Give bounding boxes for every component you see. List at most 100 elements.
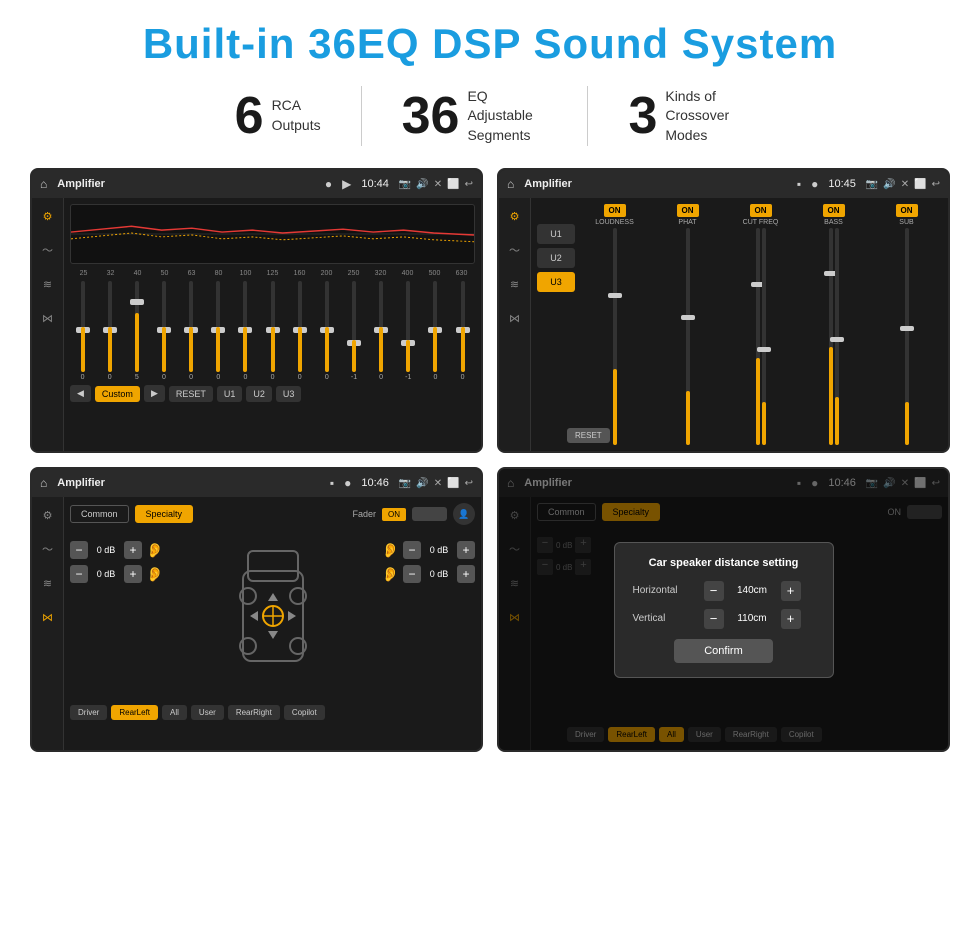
wave-icon[interactable]: 〜 [38,240,58,260]
prev-btn[interactable]: ◀ [70,385,91,402]
eq-slider-320[interactable]: 0 [369,281,394,381]
cutfreq-track-f[interactable] [756,228,760,445]
topbar-time-crossover: 10:45 [828,178,856,190]
back-icon-2[interactable]: ↩ [932,179,940,190]
eq-slider-32[interactable]: 0 [97,281,122,381]
vol-fr-minus[interactable]: − [403,541,421,559]
vol-fl-minus[interactable]: − [70,541,88,559]
camera-icon-2[interactable]: 📷 [866,179,878,190]
freq-250: 250 [340,270,367,277]
vertical-plus-btn[interactable]: + [781,609,801,629]
vol-rl-minus[interactable]: − [70,565,88,583]
confirm-button[interactable]: Confirm [674,639,773,663]
eq-bottom-bar: ◀ Custom ▶ RESET U1 U2 U3 [70,385,475,402]
copilot-btn[interactable]: Copilot [284,705,325,720]
reset-btn[interactable]: RESET [169,386,213,402]
fader-on-btn[interactable]: ON [382,508,406,521]
stat-number-eq: 36 [402,90,460,142]
preset-u3[interactable]: U3 [537,272,575,292]
eq-slider-250[interactable]: -1 [341,281,366,381]
rearleft-btn[interactable]: RearLeft [111,705,158,720]
eq-slider-630[interactable]: 0 [450,281,475,381]
vol-row-fl: − 0 dB + 👂 [70,541,163,559]
horizontal-minus-btn[interactable]: − [704,581,724,601]
bass-track-g[interactable] [835,228,839,445]
close-icon-2[interactable]: ✕ [901,179,909,190]
loudness-track[interactable] [613,228,617,445]
eq-slider-50[interactable]: 0 [151,281,176,381]
loudness-on-btn[interactable]: ON [604,204,626,217]
eq-slider-500[interactable]: 0 [423,281,448,381]
waveform-icon-3[interactable]: ≋ [38,573,58,593]
home-icon: ⌂ [40,177,47,191]
speaker-split-icon[interactable]: ⋈ [38,308,58,328]
eq-slider-25[interactable]: 0 [70,281,95,381]
window-icon-2[interactable]: ⬜ [914,179,926,190]
rearright-btn[interactable]: RearRight [228,705,280,720]
preset-u2[interactable]: U2 [537,248,575,268]
eq-slider-400[interactable]: -1 [396,281,421,381]
close-icon[interactable]: ✕ [434,179,442,190]
specialty-tab[interactable]: Specialty [135,505,194,523]
close-icon-3[interactable]: ✕ [434,478,442,489]
camera-icon[interactable]: 📷 [399,179,411,190]
vol-fr-plus[interactable]: + [457,541,475,559]
eq-slider-100[interactable]: 0 [233,281,258,381]
user-btn[interactable]: User [191,705,224,720]
stat-label-eq: EQ AdjustableSegments [467,87,547,146]
horizontal-plus-btn[interactable]: + [781,581,801,601]
crossover-reset-btn[interactable]: RESET [567,428,610,443]
stat-number-rca: 6 [235,90,264,142]
all-btn[interactable]: All [162,705,187,720]
horizontal-value: 140cm [730,585,775,596]
vol-icon-2[interactable]: 🔊 [883,179,895,190]
common-tab[interactable]: Common [70,505,129,523]
vertical-minus-btn[interactable]: − [704,609,724,629]
back-icon-3[interactable]: ↩ [465,478,473,489]
camera-icon-3[interactable]: 📷 [399,478,411,489]
eq-slider-40[interactable]: 5 [124,281,149,381]
u2-btn[interactable]: U2 [246,386,272,402]
speaker-split-icon-2[interactable]: ⋈ [505,308,525,328]
freq-500: 500 [421,270,448,277]
u1-btn[interactable]: U1 [217,386,243,402]
wave-icon-3[interactable]: 〜 [38,539,58,559]
settings-dot-icon-2: ▪ [797,177,801,191]
speaker-split-icon-3[interactable]: ⋈ [38,607,58,627]
phat-on-btn[interactable]: ON [677,204,699,217]
window-icon[interactable]: ⬜ [447,179,459,190]
vol-rr-minus[interactable]: − [403,565,421,583]
play-btn[interactable]: ▶ [144,385,165,402]
eq-slider-160[interactable]: 0 [287,281,312,381]
eq-slider-63[interactable]: 0 [179,281,204,381]
sub-track[interactable] [905,228,909,445]
driver-btn[interactable]: Driver [70,705,107,720]
topbar-crossover: ⌂ Amplifier ▪ ● 10:45 📷 🔊 ✕ ⬜ ↩ [499,170,948,198]
dialog-confirm-row: Confirm [633,639,815,663]
back-icon[interactable]: ↩ [465,179,473,190]
crossover-screen: ⌂ Amplifier ▪ ● 10:45 📷 🔊 ✕ ⬜ ↩ ⚙ 〜 ≋ [497,168,950,453]
eq-icon-3[interactable]: ⚙ [38,505,58,525]
vol-rr-plus[interactable]: + [457,565,475,583]
vol-icon-3[interactable]: 🔊 [416,478,428,489]
eq-slider-125[interactable]: 0 [260,281,285,381]
cutfreq-track-g[interactable] [762,228,766,445]
vol-rl-plus[interactable]: + [124,565,142,583]
waveform-icon-2[interactable]: ≋ [505,274,525,294]
bass-on-btn[interactable]: ON [823,204,845,217]
phat-track[interactable] [686,228,690,445]
vol-fl-plus[interactable]: + [124,541,142,559]
u3-btn[interactable]: U3 [276,386,302,402]
waveform-icon[interactable]: ≋ [38,274,58,294]
eq-slider-200[interactable]: 0 [314,281,339,381]
eq-icon[interactable]: ⚙ [38,206,58,226]
vol-icon[interactable]: 🔊 [416,179,428,190]
custom-btn[interactable]: Custom [95,386,140,402]
cutfreq-on-btn[interactable]: ON [750,204,772,217]
eq-slider-80[interactable]: 0 [206,281,231,381]
window-icon-3[interactable]: ⬜ [447,478,459,489]
wave-icon-2[interactable]: 〜 [505,240,525,260]
preset-u1[interactable]: U1 [537,224,575,244]
sub-on-btn[interactable]: ON [896,204,918,217]
eq-icon-2[interactable]: ⚙ [505,206,525,226]
